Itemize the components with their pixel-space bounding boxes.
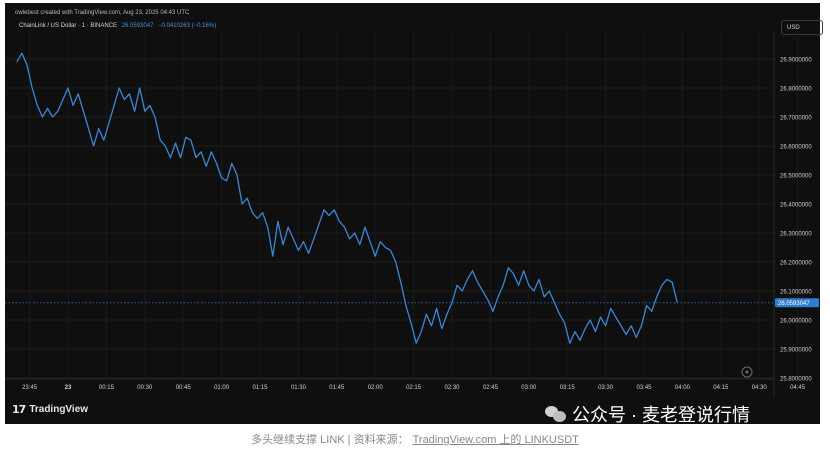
x-tick-label: 03:45 [636, 385, 652, 391]
caption-text: 多头继续支撑 LINK | 资料来源： [251, 434, 409, 446]
x-tick-label: 02:00 [368, 385, 384, 391]
x-tick-label: 01:00 [214, 385, 230, 391]
x-tick-label: 01:15 [252, 385, 268, 391]
x-tick-label: 00:45 [176, 385, 192, 391]
current-price-marker: 26.0593047 [5, 298, 819, 308]
price-line [16, 52, 678, 344]
tradingview-logo[interactable]: 17 TradingView [12, 403, 88, 416]
price-chart[interactable]: 26.9000000 26.8000000 26.7000000 26.6000000… [0, 0, 830, 449]
watermark-text: 公众号 · 麦老登说行情 [572, 405, 750, 425]
x-tick-label: 03:00 [521, 385, 537, 391]
x-tick-label: 00:30 [137, 385, 153, 391]
y-tick-label: 25.9000000 [780, 348, 812, 354]
x-tick-label: 02:30 [444, 385, 460, 391]
x-tick-label: 03:30 [598, 385, 614, 391]
y-tick-label: 26.5000000 [780, 174, 812, 180]
chart-grid [5, 32, 799, 379]
y-tick-label: 26.7000000 [780, 116, 812, 122]
y-tick-label: 26.3000000 [780, 232, 812, 238]
y-tick-label: 26.2000000 [780, 261, 812, 267]
tradingview-logo-icon: 17 [12, 403, 26, 416]
x-tick-label: 02:15 [406, 385, 422, 391]
y-tick-label: 26.9000000 [780, 58, 812, 64]
x-tick-label: 02:45 [483, 385, 499, 391]
x-tick-label: 23 [65, 385, 72, 391]
x-tick-label: 04:30 [752, 385, 768, 391]
chart-settings-icon[interactable] [741, 366, 753, 378]
current-price-label: 26.0593047 [778, 301, 810, 307]
x-tick-label: 04:45 [790, 385, 806, 391]
wechat-watermark: 公众号 · 麦老登说行情 [545, 401, 750, 427]
caption-source-link[interactable]: TradingView.com 上的 LINKUSDT [413, 434, 579, 446]
y-tick-label: 26.0000000 [780, 319, 812, 325]
tradingview-logo-text: TradingView [29, 404, 89, 415]
y-tick-label: 26.4000000 [780, 203, 812, 209]
y-tick-label: 26.6000000 [780, 145, 812, 151]
wechat-icon [545, 405, 567, 423]
price-series [16, 52, 678, 344]
x-tick-label: 23:45 [22, 385, 38, 391]
figure-caption: 多头继续支撑 LINK | 资料来源： TradingView.com 上的 LI… [0, 431, 830, 447]
x-tick-label: 04:00 [675, 385, 691, 391]
x-tick-label: 04:15 [713, 385, 729, 391]
x-axis: 23:45 23 00:15 00:30 00:45 01:00 01:15 01:30 01:… [22, 385, 806, 391]
x-tick-label: 01:45 [329, 385, 345, 391]
x-tick-label: 01:30 [291, 385, 307, 391]
y-tick-label: 26.1000000 [780, 290, 812, 296]
y-tick-label: 25.8000000 [780, 377, 812, 383]
y-axis: 26.9000000 26.8000000 26.7000000 26.6000000… [780, 58, 812, 383]
x-tick-label: 03:15 [560, 385, 576, 391]
x-tick-label: 00:15 [99, 385, 115, 391]
y-tick-label: 26.8000000 [780, 87, 812, 93]
